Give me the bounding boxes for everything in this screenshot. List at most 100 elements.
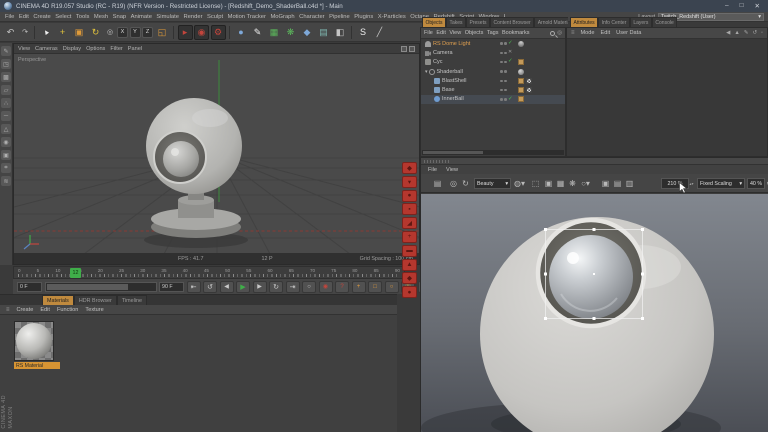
tab-takes[interactable]: Takes [445, 17, 467, 27]
menu-item[interactable]: Snap [113, 14, 127, 20]
om-menu-item[interactable]: View [449, 30, 461, 36]
polygons-mode-icon[interactable]: △ [1, 124, 11, 134]
material-item[interactable]: RS Material [14, 321, 60, 369]
scrollbar-handle[interactable] [46, 283, 128, 290]
menu-item[interactable]: Motion Tracker [228, 14, 266, 20]
live-selection-icon[interactable]: ▲ [36, 22, 57, 43]
viewport-menu-item[interactable]: Cameras [35, 46, 58, 52]
record-button[interactable]: ◉ [318, 280, 333, 293]
move-tool-icon[interactable]: + [55, 25, 70, 40]
primitive-object-icon[interactable]: ● [234, 25, 249, 40]
tab-objects[interactable]: Objects [422, 17, 446, 27]
refresh-icon[interactable]: ↺ [752, 30, 757, 36]
texture-tag-icon[interactable] [518, 59, 524, 66]
menu-item[interactable]: MoGraph [270, 14, 294, 20]
tweak-mode-icon[interactable]: ⌗ [1, 163, 11, 173]
menu-item[interactable]: Create [33, 14, 50, 20]
coordinate-system-icon[interactable]: ◱ [155, 25, 170, 40]
object-row[interactable]: ▾ Shaderball [421, 67, 565, 76]
redshift-shelf-icon[interactable]: ▬ [402, 244, 417, 257]
workplane-mode-icon[interactable]: ▱ [1, 85, 11, 95]
tab-arnold-materials[interactable]: Arnold Materials [534, 17, 568, 27]
loop-button[interactable]: ↻ [269, 280, 283, 293]
sampling-mode-icon[interactable]: ○▾ [579, 177, 592, 190]
timeline-scrollbar[interactable] [44, 281, 157, 292]
render-region-icon[interactable]: ◉ [194, 24, 209, 40]
progress-field[interactable]: 40 % [747, 178, 765, 189]
render-settings-icon[interactable]: ⚙ [210, 24, 226, 40]
region-render-icon[interactable]: ⬚ [529, 177, 542, 190]
texture-tag-icon[interactable] [518, 96, 524, 103]
last-tool-icon[interactable]: ◎ [105, 25, 116, 40]
material-menu-item[interactable]: Texture [85, 307, 103, 313]
undo-icon[interactable]: ↶ [3, 25, 18, 40]
make-editable-icon[interactable]: ✎ [1, 46, 11, 56]
snap-icon[interactable]: ≋ [1, 176, 11, 186]
maximize-button[interactable]: □ [740, 2, 744, 10]
tab-hdr-browser[interactable]: HDR Browser [73, 295, 117, 305]
search-icon[interactable] [550, 30, 556, 36]
am-menu-item[interactable]: User Data [616, 30, 641, 36]
om-menu-item[interactable]: Objects [465, 30, 484, 36]
filter-icon[interactable]: ◎ [557, 30, 562, 36]
rv-menu-item[interactable]: File [428, 167, 437, 173]
record-rotation-toggle[interactable]: ○ [384, 280, 399, 293]
y-axis-button[interactable]: Y [129, 26, 141, 38]
deformer-icon[interactable]: ◆ [300, 25, 315, 40]
menu-item[interactable]: Plugins [354, 14, 373, 20]
viewport-maximize-icon[interactable] [409, 45, 415, 52]
tab-layers[interactable]: Layers [629, 17, 652, 27]
menu-item[interactable]: Character [299, 14, 324, 20]
dome-light-tag-icon[interactable] [518, 40, 524, 47]
expand-arrow-icon[interactable]: ▾ [425, 69, 428, 75]
material-menu-item[interactable]: Function [57, 307, 78, 313]
array-icon[interactable]: ▤ [316, 25, 331, 40]
redshift-shelf-icon[interactable]: ● [402, 286, 417, 299]
snapshot-icon[interactable]: ❋ [566, 177, 579, 190]
tab-materials[interactable]: Materials [42, 295, 74, 305]
record-scale-toggle[interactable]: □ [368, 280, 382, 293]
redshift-shelf-icon[interactable]: ◆ [402, 162, 417, 174]
tab-presets[interactable]: Presets [466, 17, 490, 27]
material-name-label[interactable]: RS Material [14, 362, 60, 369]
menu-item[interactable]: Simulate [156, 14, 179, 20]
texture-mode-icon[interactable]: ▩ [1, 72, 11, 82]
tab-attributes[interactable]: Attributes [570, 17, 599, 27]
menu-item[interactable]: Pipeline [329, 14, 350, 20]
play-backwards-button[interactable]: ↺ [203, 280, 217, 293]
menu-item[interactable]: X-Particles [378, 14, 406, 20]
save-image-icon[interactable]: ▤ [431, 177, 444, 190]
menu-item[interactable]: Select [55, 14, 71, 20]
menu-item[interactable]: Mesh [94, 14, 108, 20]
material-menu-item[interactable]: Create [17, 307, 34, 313]
menu-item[interactable]: Edit [19, 14, 29, 20]
start-frame-field[interactable]: 0 F [17, 281, 42, 292]
phong-tag-icon[interactable] [526, 77, 532, 84]
object-row[interactable]: BlastShell [421, 76, 565, 85]
om-menu-item[interactable]: Edit [436, 30, 445, 36]
menu-item[interactable]: File [5, 14, 14, 20]
object-row[interactable]: RS Dome Light ✓ [421, 39, 565, 48]
aov-select[interactable]: Beauty ▾ [474, 178, 511, 189]
model-mode-icon[interactable]: ◳ [1, 59, 11, 69]
menu-item[interactable]: Render [183, 14, 202, 20]
redo-icon[interactable]: ↷ [20, 25, 31, 40]
object-row[interactable]: Camera ✕ [421, 48, 565, 57]
redshift-shelf-icon[interactable]: ◢ [402, 217, 417, 230]
edit-icon[interactable]: ✎ [744, 30, 749, 36]
am-menu-item[interactable]: Edit [601, 30, 611, 36]
viewport-solo-icon[interactable]: ▣ [1, 150, 11, 160]
texture-tag-icon[interactable] [518, 77, 524, 84]
redshift-shelf-icon[interactable]: + [402, 230, 417, 243]
minimize-button[interactable]: – [725, 2, 729, 10]
render-view-icon[interactable]: ▸ [177, 24, 193, 40]
display-mode-icon[interactable]: ◍▾ [513, 177, 526, 190]
panel-menu-icon[interactable]: ≡ [571, 30, 575, 36]
sketch-sphere-icon[interactable]: S [356, 25, 371, 40]
viewport-layout-icon[interactable] [401, 45, 407, 52]
scale-tool-icon[interactable]: ▣ [72, 25, 87, 40]
viewport-menu-item[interactable]: View [18, 46, 30, 52]
end-frame-field[interactable]: 90 F [159, 281, 184, 292]
panel-grip[interactable] [421, 158, 768, 165]
tab-info-center[interactable]: Info Center [598, 17, 630, 27]
